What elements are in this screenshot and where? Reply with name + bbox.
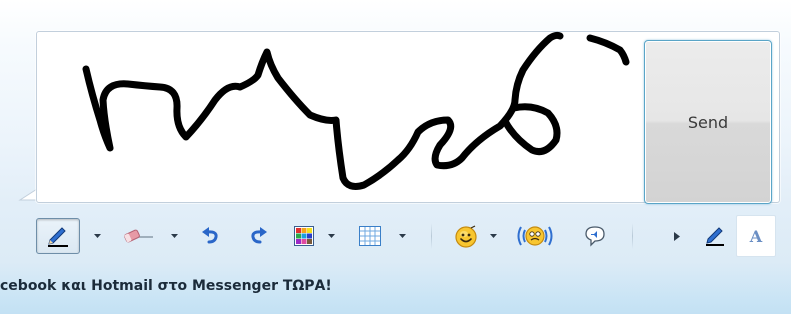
chevron-down-icon bbox=[93, 233, 101, 238]
more-tools-button[interactable] bbox=[670, 218, 684, 254]
color-palette-dropdown[interactable] bbox=[326, 218, 336, 254]
type-mode-button[interactable]: A bbox=[736, 215, 776, 257]
pen-icon bbox=[706, 227, 724, 246]
chevron-down-icon bbox=[170, 233, 178, 238]
triangle-right-icon bbox=[674, 231, 680, 241]
pen-icon bbox=[48, 227, 68, 247]
redo-icon bbox=[251, 227, 267, 244]
color-palette-button[interactable] bbox=[288, 218, 320, 254]
handwriting-mode-button[interactable] bbox=[700, 218, 730, 254]
voice-clip-button[interactable] bbox=[580, 218, 610, 254]
chevron-down-icon bbox=[489, 233, 497, 238]
emoticons-dropdown[interactable] bbox=[488, 218, 498, 254]
speech-bubble-icon bbox=[585, 226, 605, 247]
ink-stroke bbox=[586, 34, 630, 66]
chevron-down-icon bbox=[398, 233, 406, 238]
undo-button[interactable] bbox=[196, 218, 224, 254]
pen-button[interactable] bbox=[36, 218, 80, 254]
eraser-button[interactable] bbox=[118, 218, 158, 254]
redo-button[interactable] bbox=[245, 218, 273, 254]
handwriting-ink-strokes bbox=[82, 31, 630, 190]
send-button[interactable]: Send bbox=[644, 40, 772, 204]
promo-link[interactable]: cebook και Hotmail στο Messenger ΤΩΡΑ! bbox=[0, 278, 332, 294]
background-grid-button[interactable] bbox=[354, 218, 386, 254]
pen-options-dropdown[interactable] bbox=[92, 218, 102, 254]
letter-a-icon: A bbox=[749, 226, 763, 246]
toolbar-separator bbox=[431, 223, 432, 249]
toolbar-separator bbox=[632, 223, 633, 249]
background-grid-dropdown[interactable] bbox=[397, 218, 407, 254]
chevron-down-icon bbox=[327, 233, 335, 238]
ink-stroke bbox=[82, 31, 564, 190]
eraser-options-dropdown[interactable] bbox=[169, 218, 179, 254]
nudge-icon bbox=[517, 226, 553, 246]
ink-toolbar: A bbox=[0, 207, 791, 259]
eraser-icon bbox=[124, 229, 153, 243]
grid-icon bbox=[359, 226, 381, 246]
undo-icon bbox=[202, 227, 218, 244]
nudge-button[interactable] bbox=[514, 218, 556, 254]
smiley-icon bbox=[455, 225, 477, 248]
send-button-label: Send bbox=[687, 112, 729, 132]
emoticons-button[interactable] bbox=[449, 218, 483, 254]
color-grid-icon bbox=[294, 226, 314, 246]
